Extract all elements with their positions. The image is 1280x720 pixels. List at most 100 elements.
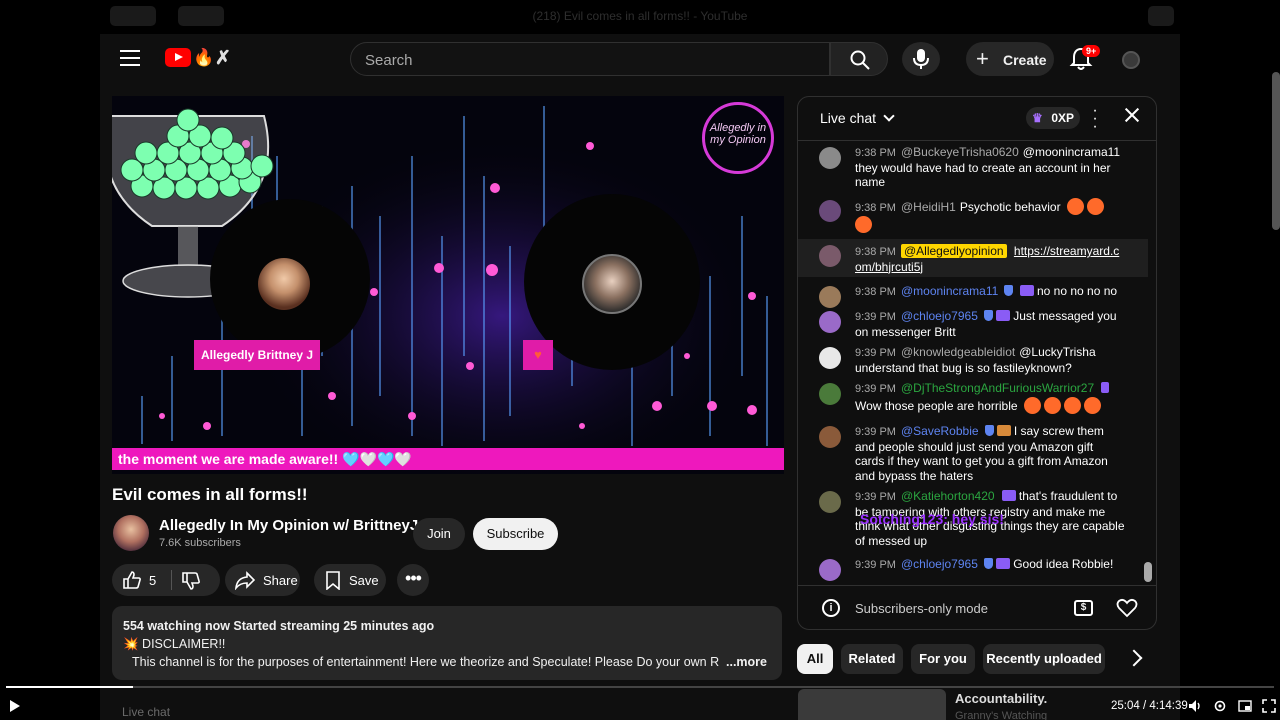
profile-avatar[interactable] [1122, 51, 1140, 69]
chat-time: 9:39 PM [855, 491, 896, 503]
youtube-play-icon [165, 48, 191, 67]
menu-icon[interactable] [120, 50, 140, 66]
chat-mode-dropdown[interactable]: Live chat [820, 110, 895, 126]
share-button[interactable]: Share [225, 564, 300, 596]
angry-emoji-icon [1043, 396, 1061, 414]
chip-recently-uploaded[interactable]: Recently uploaded [983, 644, 1105, 674]
heart-icon[interactable] [1116, 597, 1138, 619]
play-icon[interactable] [10, 700, 20, 712]
chat-message[interactable]: 9:38 PM @HeidiH1 Psychotic behavior [798, 198, 1148, 238]
angry-emoji-icon [855, 215, 872, 233]
microphone-icon [913, 49, 929, 69]
recommendation-title[interactable]: Accountability. [955, 691, 1047, 706]
host-name-tag: Allegedly Brittney J [194, 340, 320, 370]
member-badge-icon [996, 425, 1011, 436]
moderator-shield-icon [983, 310, 993, 321]
chat-time: 9:39 PM [855, 426, 896, 438]
chat-text: Good idea Robbie! [1013, 557, 1114, 571]
like-icon[interactable] [122, 570, 142, 590]
chat-avatar [819, 491, 841, 513]
chat-text: no no no no no [1037, 284, 1118, 298]
channel-avatar[interactable] [113, 515, 149, 551]
save-button[interactable]: Save [314, 564, 386, 596]
timecode: 25:04 / 4:14:39 [1111, 700, 1188, 712]
like-divider [171, 570, 172, 590]
angry-emoji-icon [1083, 396, 1101, 414]
create-button[interactable]: + Create [966, 42, 1054, 76]
guest-avatar [582, 254, 642, 314]
angry-emoji-icon [1066, 198, 1084, 215]
chat-message[interactable]: 9:39 PM @SaveRobbie I say screw them and … [798, 424, 1148, 484]
progress-bar[interactable] [6, 686, 1274, 688]
watch-stats: 554 watching now Started streaming 25 mi… [123, 619, 435, 633]
host-avatar [258, 258, 310, 310]
chat-time: 9:39 PM [855, 347, 896, 359]
youtube-page: 🔥 ✗ + Create 9+ [100, 34, 1280, 720]
angry-emoji-icon [1063, 396, 1081, 414]
join-button[interactable]: Join [413, 518, 465, 550]
share-label: Share [263, 573, 298, 588]
channel-name[interactable]: Allegedly In My Opinion w/ BrittneyJ [159, 517, 418, 534]
chat-message[interactable]: 9:39 PM @chloejo7965 Just messaged you on… [798, 309, 1148, 341]
browser-bar: (218) Evil comes in all forms!! - YouTub… [0, 0, 1280, 34]
recommendation-thumbnail[interactable] [798, 689, 946, 720]
chat-message[interactable]: 9:39 PM @knowledgeableidiot @LuckyTrisha u… [798, 345, 1148, 377]
voice-search-button[interactable] [902, 42, 940, 76]
chat-author: @chloejo7965 [900, 557, 978, 571]
super-chat-icon[interactable]: $ [1074, 600, 1093, 616]
chip-related[interactable]: Related [841, 644, 903, 674]
subscribe-button[interactable]: Subscribe [473, 518, 558, 550]
chat-footer: i Subscribers-only mode $ [798, 585, 1156, 629]
close-icon[interactable] [1124, 107, 1140, 123]
xp-value: 0XP [1051, 111, 1074, 125]
description-box[interactable]: 554 watching now Started streaming 25 mi… [112, 606, 782, 680]
youtube-logo[interactable]: 🔥 ✗ [165, 48, 249, 70]
chat-time: 9:38 PM [855, 202, 896, 214]
chevron-right-icon[interactable] [1125, 649, 1143, 667]
description-more-link[interactable]: ...more [726, 655, 767, 669]
volume-icon[interactable] [1188, 699, 1202, 713]
chat-author: @knowledgeableidiot [900, 345, 1016, 359]
description-line-2: This channel is for the purposes of ente… [132, 655, 720, 669]
create-label: Create [1003, 52, 1047, 68]
chat-text: Wow those people are horrible [855, 398, 1018, 413]
chat-avatar [819, 245, 841, 267]
live-chat-section-label: Live chat [122, 705, 171, 719]
share-icon[interactable] [1148, 6, 1174, 26]
chat-message[interactable]: 9:38 PM @BuckeyeTrisha0620 @moonincrama11 … [798, 145, 1148, 191]
page-scrollbar[interactable] [1272, 72, 1280, 230]
chat-scrollbar[interactable] [1144, 562, 1152, 582]
chat-overlay-text: Sotching123: hey sis! [860, 511, 1004, 527]
chat-title: Live chat [820, 110, 877, 126]
search-button[interactable] [830, 42, 888, 76]
dislike-icon[interactable] [181, 571, 201, 591]
pip-icon[interactable] [1238, 699, 1252, 713]
chat-message[interactable]: 9:39 PM @chloejo7965 Good idea Robbie! [798, 557, 1148, 581]
moderator-shield-icon [984, 425, 994, 436]
settings-icon[interactable] [1213, 699, 1227, 713]
chat-avatar [819, 426, 841, 448]
heart-icon: ♥ [523, 340, 553, 370]
channel-watermark-logo: Allegedly in my Opinion [702, 102, 774, 174]
video-player[interactable]: Allegedly Brittney J ♥ Allegedly in my O… [112, 96, 784, 474]
tab-title: (218) Evil comes in all forms!! - YouTub… [532, 9, 748, 23]
xp-badge[interactable]: ♛ 0XP [1026, 107, 1080, 129]
member-badge-icon [995, 558, 1010, 569]
chevron-down-icon [883, 110, 895, 122]
search-input[interactable] [365, 50, 805, 70]
search-box [350, 42, 830, 76]
chat-menu-icon[interactable]: · · · [1090, 103, 1100, 135]
member-badge-icon [1019, 285, 1034, 296]
more-actions-icon[interactable]: ••• [397, 564, 429, 596]
chat-message[interactable]: 9:39 PM @DjTheStrongAndFuriousWarrior27 Wo… [798, 381, 1148, 417]
chat-mode-label: Subscribers-only mode [855, 601, 988, 616]
bookmark-icon [326, 571, 340, 590]
fullscreen-icon[interactable] [1262, 699, 1276, 713]
chat-avatar [819, 200, 841, 222]
info-icon[interactable]: i [822, 599, 840, 617]
chat-message[interactable]: 9:38 PM @moonincrama11 no no no no no [798, 284, 1148, 308]
chat-author: @moonincrama11 [900, 284, 999, 298]
chip-all[interactable]: All [797, 644, 833, 674]
chat-message-owner[interactable]: 9:38 PM @Allegedlyopinion https://streamy… [798, 239, 1148, 277]
chip-for-you[interactable]: For you [911, 644, 975, 674]
